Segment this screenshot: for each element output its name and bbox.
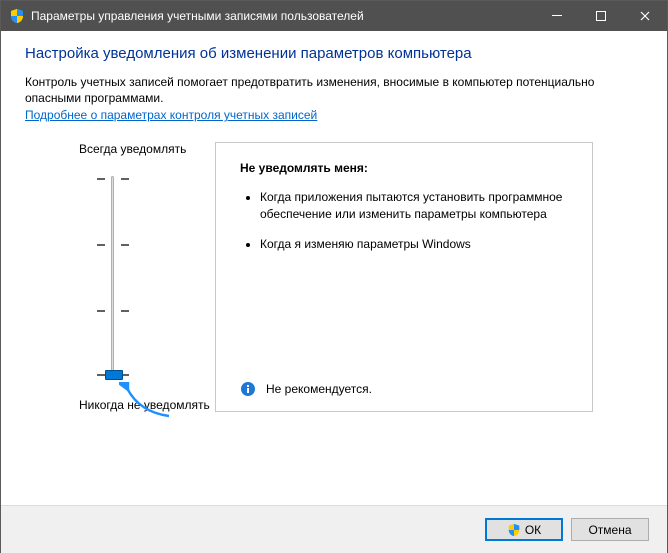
slider-label-always: Всегда уведомлять — [79, 142, 215, 156]
info-panel: Не уведомлять меня: Когда приложения пыт… — [215, 142, 593, 412]
footer: ОК Отмена — [1, 505, 667, 553]
panel-bullet: Когда приложения пытаются установить про… — [260, 189, 574, 221]
minimize-button[interactable] — [535, 1, 579, 31]
cancel-button[interactable]: Отмена — [571, 518, 649, 541]
window-title: Параметры управления учетными записями п… — [31, 9, 535, 23]
cancel-button-label: Отмена — [588, 523, 631, 537]
uac-shield-icon — [9, 8, 25, 24]
slider-thumb[interactable] — [105, 370, 123, 380]
ok-button[interactable]: ОК — [485, 518, 563, 541]
page-heading: Настройка уведомления об изменении парам… — [25, 45, 643, 62]
ok-button-label: ОК — [525, 523, 541, 537]
panel-bullet: Когда я изменяю параметры Windows — [260, 236, 574, 252]
slider-label-never: Никогда не уведомлять — [79, 398, 215, 412]
uac-slider[interactable] — [79, 166, 215, 388]
content-area: Настройка уведомления об изменении парам… — [1, 31, 667, 412]
close-button[interactable] — [623, 1, 667, 31]
description-text: Контроль учетных записей помогает предот… — [25, 74, 643, 106]
maximize-button[interactable] — [579, 1, 623, 31]
titlebar: Параметры управления учетными записями п… — [1, 1, 667, 31]
uac-shield-icon — [507, 523, 521, 537]
panel-title: Не уведомлять меня: — [240, 161, 574, 175]
learn-more-link[interactable]: Подробнее о параметрах контроля учетных … — [25, 108, 317, 122]
info-icon — [240, 381, 256, 397]
recommendation-text: Не рекомендуется. — [266, 382, 372, 396]
